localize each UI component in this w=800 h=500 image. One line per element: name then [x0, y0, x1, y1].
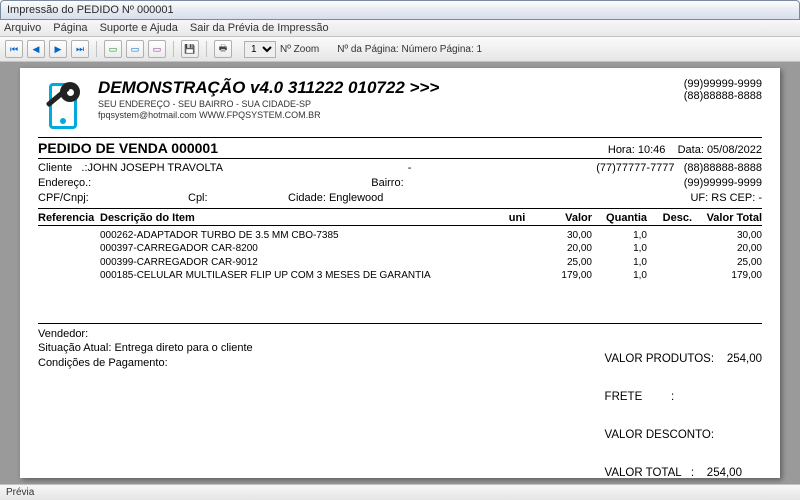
total-desconto: VALOR DESCONTO: — [605, 429, 762, 441]
toolbar-divider — [173, 41, 174, 57]
zoom-select[interactable]: 1 — [244, 41, 276, 58]
titlebar: Impressão do PEDIDO Nº 000001 — [0, 0, 800, 20]
prev-page-icon[interactable]: ◀ — [27, 40, 45, 58]
item-row: 000262-ADAPTADOR TURBO DE 3.5 MM CBO-738… — [38, 229, 762, 243]
toolbar: ⏮ ◀ ▶ ⏭ ▭ ▭ ▭ 💾 🖶 1 Nº Zoom Nº da Página… — [0, 37, 800, 62]
print-icon[interactable]: 🖶 — [214, 40, 232, 58]
next-page-icon[interactable]: ▶ — [49, 40, 67, 58]
cliente-name: JOHN JOSEPH TRAVOLTA — [88, 161, 224, 176]
item-row: 000399-CARREGADOR CAR-901225,001,025,00 — [38, 256, 762, 270]
company-email: fpqsystem@hotmail.com WWW.FPQSYSTEM.COM.… — [98, 110, 674, 120]
items-list: 000262-ADAPTADOR TURBO DE 3.5 MM CBO-738… — [38, 226, 762, 323]
col-uni: uni — [497, 212, 537, 224]
col-qty: Quantia — [592, 212, 647, 224]
pagamento-label: Condições de Pagamento: — [38, 356, 605, 371]
toolbar-divider — [96, 41, 97, 57]
window-title: Impressão do PEDIDO Nº 000001 — [7, 4, 174, 16]
toolbar-divider — [206, 41, 207, 57]
cliente-sep: - — [223, 161, 596, 176]
vendedor-label: Vendedor: — [38, 327, 605, 342]
zoom-width-icon[interactable]: ▭ — [126, 40, 144, 58]
document-page: DEMONSTRAÇÃO v4.0 311222 010722 >>> SEU … — [20, 68, 780, 478]
col-desc: Descrição do Item — [100, 212, 497, 224]
situacao-label: Situação Atual: Entrega direto para o cl… — [38, 341, 605, 356]
order-data: Data: 05/08/2022 — [678, 144, 762, 156]
uf-label: UF: RS CEP: - — [690, 191, 762, 206]
zoom-label: Nº Zoom — [280, 44, 319, 55]
col-disc: Desc. — [647, 212, 692, 224]
zoom-page-icon[interactable]: ▭ — [148, 40, 166, 58]
menu-sair[interactable]: Sair da Prévia de Impressão — [190, 22, 329, 34]
company-phone2: (88)88888-8888 — [684, 90, 762, 102]
menu-pagina[interactable]: Página — [53, 22, 87, 34]
zoom-fit-icon[interactable]: ▭ — [104, 40, 122, 58]
canvas-area: DEMONSTRAÇÃO v4.0 311222 010722 >>> SEU … — [0, 62, 800, 484]
item-row: 000397-CARREGADOR CAR-820020,001,020,00 — [38, 242, 762, 256]
col-tot: Valor Total — [692, 212, 762, 224]
col-ref: Referencia — [38, 212, 100, 224]
page-number-label: Nº da Página: Número Página: 1 — [337, 44, 482, 55]
order-hora: Hora: 10:46 — [608, 144, 665, 156]
last-page-icon[interactable]: ⏭ — [71, 40, 89, 58]
total-final: VALOR TOTAL : 254,00 — [605, 467, 762, 479]
menu-arquivo[interactable]: Arquivo — [4, 22, 41, 34]
menu-suporte[interactable]: Suporte e Ajuda — [100, 22, 178, 34]
cliente-label: Cliente .: — [38, 161, 88, 176]
total-produtos: VALOR PRODUTOS: 254,00 — [605, 353, 762, 365]
endereco-phone: (99)99999-9999 — [684, 176, 762, 191]
menubar: Arquivo Página Suporte e Ajuda Sair da P… — [0, 20, 800, 37]
cidade-label: Cidade: Englewood — [288, 191, 690, 206]
endereco-label: Endereço.: — [38, 176, 91, 191]
print-preview-window: Impressão do PEDIDO Nº 000001 Arquivo Pá… — [0, 0, 800, 500]
company-address: SEU ENDEREÇO - SEU BAIRRO - SUA CIDADE-S… — [98, 99, 674, 109]
company-name: DEMONSTRAÇÃO v4.0 311222 010722 >>> — [98, 78, 674, 98]
cliente-phones: (77)77777-7777 (88)88888-8888 — [596, 161, 762, 176]
cpl-label: Cpl: — [188, 191, 288, 206]
cpf-label: CPF/Cnpj: — [38, 191, 188, 206]
order-title: PEDIDO DE VENDA 000001 — [38, 140, 218, 156]
bairro-label: Bairro: — [91, 176, 684, 191]
company-logo-icon — [38, 78, 88, 133]
total-frete: FRETE : — [605, 391, 762, 403]
save-icon[interactable]: 💾 — [181, 40, 199, 58]
first-page-icon[interactable]: ⏮ — [5, 40, 23, 58]
col-val: Valor — [537, 212, 592, 224]
statusbar: Prévia — [0, 484, 800, 500]
company-phone1: (99)99999-9999 — [684, 78, 762, 90]
item-row: 000185-CELULAR MULTILASER FLIP UP COM 3 … — [38, 269, 762, 283]
